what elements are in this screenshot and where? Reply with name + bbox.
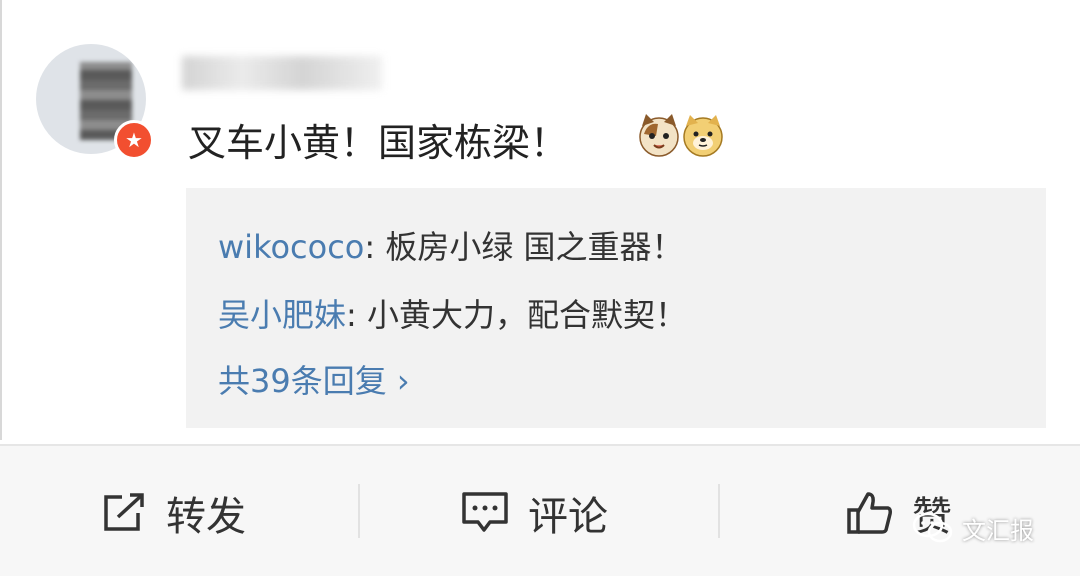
username-blurred[interactable] bbox=[182, 56, 382, 90]
repost-button[interactable]: 转发 bbox=[100, 488, 246, 540]
comment-label: 评论 bbox=[528, 494, 608, 540]
comment-icon bbox=[462, 492, 508, 532]
reply-author[interactable]: wikococo bbox=[218, 228, 364, 266]
reply-item[interactable]: wikococo: 板房小绿 国之重器！ bbox=[218, 222, 684, 268]
reply-author[interactable]: 吴小肥妹 bbox=[218, 296, 346, 334]
replies-box[interactable]: wikococo: 板房小绿 国之重器！ 吴小肥妹: 小黄大力，配合默契！ 共3… bbox=[186, 188, 1046, 428]
comment-button[interactable]: 评论 bbox=[460, 488, 608, 540]
watermark-text: 文汇报 bbox=[962, 516, 1034, 545]
action-separator bbox=[718, 484, 720, 538]
share-icon bbox=[104, 493, 144, 531]
repost-label: 转发 bbox=[166, 494, 246, 540]
reply-item[interactable]: 吴小肥妹: 小黄大力，配合默契！ bbox=[218, 290, 687, 336]
reply-text: : 小黄大力，配合默契！ bbox=[346, 296, 687, 334]
doge-emoji-icon bbox=[683, 115, 723, 157]
watermark: 文汇报 bbox=[912, 508, 1034, 548]
cat-emoji-icon bbox=[639, 114, 679, 157]
reply-text: : 板房小绿 国之重器！ bbox=[364, 228, 684, 266]
action-separator bbox=[358, 484, 360, 538]
thumbs-up-icon bbox=[847, 492, 892, 534]
verified-badge-icon: ★ bbox=[114, 120, 154, 160]
left-edge bbox=[0, 0, 2, 440]
comment-text: 叉车小黄！国家栋梁！ bbox=[188, 121, 569, 165]
more-replies-link[interactable]: 共39条回复 › bbox=[218, 356, 410, 402]
wechat-icon bbox=[912, 512, 953, 543]
